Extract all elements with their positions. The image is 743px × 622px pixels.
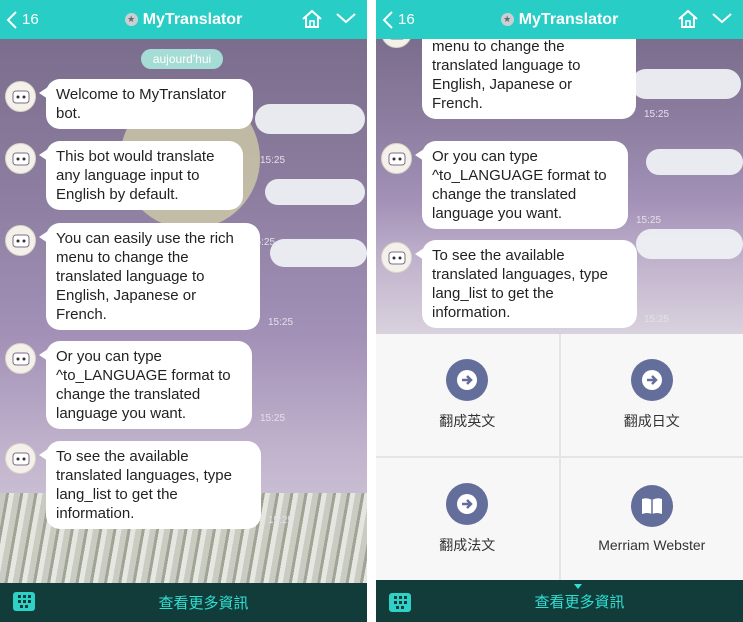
rich-menu-toggle-label[interactable]: 查看更多資訊 bbox=[40, 583, 367, 622]
message-bubble: This bot would translate any language in… bbox=[39, 141, 243, 210]
message-bubble: You can easily use the rich menu to chan… bbox=[422, 39, 636, 119]
message-time: 15:25 bbox=[644, 314, 670, 325]
rich-menu-item-english[interactable]: 翻成英文 bbox=[376, 334, 559, 456]
bot-avatar-icon bbox=[381, 143, 412, 174]
chat-title-text: MyTranslator bbox=[142, 10, 243, 28]
message-time: 15:25 bbox=[268, 515, 294, 526]
bot-avatar-icon bbox=[381, 242, 412, 273]
background-cloud bbox=[636, 229, 743, 259]
arrow-right-icon bbox=[446, 359, 489, 401]
chat-screen-right: 16 ★ MyTranslator You can easily use the… bbox=[376, 0, 743, 622]
bot-avatar-icon bbox=[381, 39, 412, 48]
rich-menu-item-french[interactable]: 翻成法文 bbox=[376, 458, 559, 580]
rich-menu-item-japanese[interactable]: 翻成日文 bbox=[560, 334, 743, 456]
chat-area: You can easily use the rich menu to chan… bbox=[376, 39, 743, 334]
keyboard-icon[interactable] bbox=[389, 593, 411, 612]
background-cloud bbox=[270, 239, 367, 267]
chat-area: aujourd'hui Welcome to MyTranslator bot.… bbox=[0, 39, 367, 583]
rich-menu-label: 翻成日文 bbox=[623, 413, 680, 429]
home-icon[interactable] bbox=[301, 8, 323, 30]
message-bubble: Welcome to MyTranslator bot. bbox=[39, 79, 253, 129]
rich-menu-label: Merriam Webster bbox=[598, 537, 706, 553]
message-time: 15:25 bbox=[260, 413, 286, 424]
chat-screen-left: 16 ★ MyTranslator aujourd'hui Welcome to… bbox=[0, 0, 367, 622]
message-time: 15:25 bbox=[268, 317, 294, 328]
official-badge-icon: ★ bbox=[124, 13, 138, 26]
rich-menu-toggle-label[interactable]: 查看更多資訊 bbox=[416, 580, 743, 622]
keyboard-icon[interactable] bbox=[13, 592, 35, 611]
rich-menu: 翻成英文 翻成日文 翻成法文 Merriam Webster bbox=[376, 334, 743, 580]
background-cloud bbox=[631, 69, 741, 99]
background-cloud bbox=[265, 179, 365, 205]
message-bubble: Or you can type ^to_LANGUAGE format to c… bbox=[39, 341, 252, 429]
bot-avatar-icon bbox=[5, 443, 36, 474]
bot-avatar-icon bbox=[5, 143, 36, 174]
message-bubble: Or you can type ^to_LANGUAGE format to c… bbox=[415, 141, 628, 229]
home-icon[interactable] bbox=[677, 8, 699, 30]
official-badge-icon: ★ bbox=[500, 13, 514, 26]
bot-avatar-icon bbox=[5, 81, 36, 112]
message-bubble: To see the available translated language… bbox=[415, 240, 637, 328]
message-time: 15:25 bbox=[260, 155, 286, 166]
rich-menu-item-merriam-webster[interactable]: Merriam Webster bbox=[560, 458, 743, 580]
message-bubble: You can easily use the rich menu to chan… bbox=[39, 223, 260, 330]
chat-title-text: MyTranslator bbox=[518, 10, 619, 28]
header-bar: 16 ★ MyTranslator bbox=[376, 0, 743, 39]
header-bar: 16 ★ MyTranslator bbox=[0, 0, 367, 39]
chevron-down-icon[interactable] bbox=[335, 10, 357, 26]
message-bubble: To see the available translated language… bbox=[39, 441, 261, 529]
book-icon bbox=[630, 485, 673, 527]
background-cloud bbox=[255, 104, 365, 134]
arrow-right-icon bbox=[446, 483, 489, 525]
chevron-down-icon[interactable] bbox=[711, 10, 733, 26]
rich-menu-label: 翻成英文 bbox=[439, 413, 496, 429]
rich-menu-bar[interactable]: 查看更多資訊 bbox=[376, 580, 743, 622]
message-time: 15:25 bbox=[644, 109, 670, 120]
date-separator: aujourd'hui bbox=[141, 49, 223, 69]
bot-avatar-icon bbox=[5, 225, 36, 256]
rich-menu-bar[interactable]: 查看更多資訊 bbox=[0, 583, 367, 622]
bot-avatar-icon bbox=[5, 343, 36, 374]
arrow-right-icon bbox=[630, 359, 673, 401]
background-cloud bbox=[646, 149, 743, 175]
rich-menu-label: 翻成法文 bbox=[439, 537, 496, 553]
message-time: 15:25 bbox=[636, 215, 662, 226]
